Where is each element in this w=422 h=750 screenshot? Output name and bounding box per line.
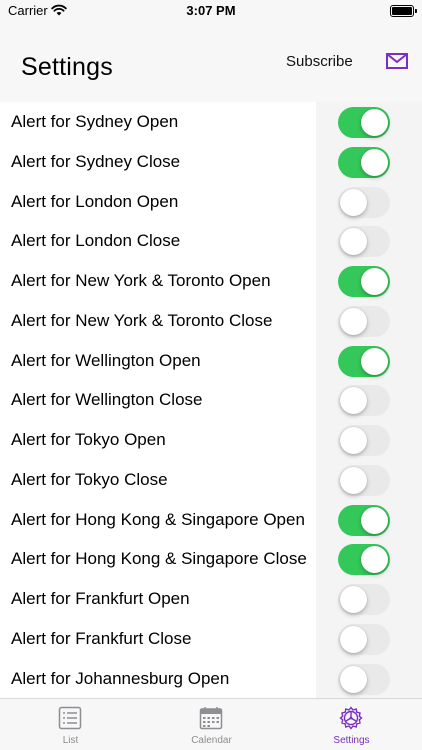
alert-row: Alert for Johannesburg Open	[0, 659, 422, 699]
alert-row: Alert for Sydney Open	[0, 102, 422, 142]
toggle-knob	[340, 427, 367, 454]
toggle-knob	[361, 546, 388, 574]
alert-label: Alert for Tokyo Open	[11, 430, 166, 449]
toggle-knob	[340, 586, 367, 613]
alert-label: Alert for Hong Kong & Singapore Open	[11, 509, 305, 529]
tab-calendar-label: Calendar	[191, 735, 232, 746]
alert-toggle[interactable]	[338, 107, 390, 138]
tab-bar: List Calendar Settings	[0, 698, 422, 750]
alert-label: Alert for London Close	[11, 231, 181, 251]
calendar-icon	[199, 707, 223, 730]
alert-toggle[interactable]	[338, 385, 390, 417]
alert-label: Alert for Hong Kong & Singapore Close	[11, 549, 307, 569]
alert-row: Alert for Frankfurt Close	[0, 619, 422, 659]
mail-icon[interactable]	[385, 51, 409, 71]
toggle-knob	[340, 665, 367, 693]
alert-row: Alert for Frankfurt Open	[0, 579, 422, 619]
toggle-knob	[340, 188, 367, 216]
tab-settings[interactable]: Settings	[281, 699, 422, 750]
alert-label: Alert for Sydney Close	[11, 151, 181, 171]
toggle-knob	[361, 268, 388, 295]
alert-toggle[interactable]	[338, 345, 390, 377]
battery-nub	[415, 9, 417, 13]
tab-list-label: List	[62, 735, 79, 746]
alert-row: Alert for New York & Toronto Open	[0, 261, 422, 301]
alert-toggle[interactable]	[338, 464, 390, 496]
toggle-knob	[361, 506, 388, 534]
status-time: 3:07 PM	[186, 3, 236, 18]
alert-label: Alert for London Open	[11, 191, 179, 211]
alert-row: Alert for London Close	[0, 221, 422, 261]
toggle-knob	[340, 228, 367, 256]
toggle-knob	[361, 148, 388, 176]
alert-row: Alert for Tokyo Open	[0, 420, 422, 460]
alert-toggle[interactable]	[338, 425, 390, 456]
alert-label: Alert for Wellington Close	[11, 390, 203, 410]
alert-toggle[interactable]	[338, 226, 390, 258]
alert-label: Alert for Wellington Open	[11, 350, 201, 370]
list-icon	[58, 706, 82, 730]
alert-row: Alert for Wellington Open	[0, 341, 422, 381]
alert-row: Alert for London Open	[0, 182, 422, 222]
alert-row: Alert for Wellington Close	[0, 380, 422, 420]
settings-gear-icon	[339, 706, 363, 730]
tab-settings-label: Settings	[333, 735, 370, 746]
status-bar: Carrier 3:07 PM	[0, 0, 422, 22]
subscribe-button[interactable]: Subscribe	[286, 53, 353, 70]
toggle-knob	[340, 466, 367, 494]
toggle-knob	[361, 347, 388, 375]
toggle-knob	[340, 307, 367, 335]
alert-row: Alert for Hong Kong & Singapore Open	[0, 500, 422, 540]
alert-toggle[interactable]	[338, 186, 390, 218]
alert-settings-list: Alert for Sydney Open Alert for Sydney Cl…	[0, 102, 422, 698]
alert-label: Alert for Frankfurt Open	[11, 589, 190, 608]
page-title: Settings	[21, 53, 113, 81]
alert-label: Alert for Tokyo Close	[11, 469, 168, 489]
alert-toggle[interactable]	[338, 544, 390, 576]
toggle-knob	[340, 625, 367, 653]
battery-icon	[390, 5, 414, 17]
alert-row: Alert for Tokyo Close	[0, 460, 422, 500]
alert-label: Alert for Frankfurt Close	[11, 628, 192, 648]
alert-row: Alert for Hong Kong & Singapore Close	[0, 539, 422, 579]
alert-label: Alert for New York & Toronto Close	[11, 310, 273, 330]
alert-toggle[interactable]	[338, 266, 390, 297]
alert-toggle[interactable]	[338, 584, 390, 615]
alert-toggle[interactable]	[338, 146, 390, 178]
alert-label: Alert for Sydney Open	[11, 112, 179, 131]
alert-toggle[interactable]	[338, 504, 390, 536]
alert-toggle[interactable]	[338, 305, 390, 337]
toggle-knob	[361, 109, 388, 136]
tab-list[interactable]: List	[0, 699, 141, 750]
alert-row: Alert for New York & Toronto Close	[0, 301, 422, 341]
alert-label: Alert for Johannesburg Open	[11, 668, 230, 688]
alert-row: Alert for Sydney Close	[0, 142, 422, 182]
alert-toggle[interactable]	[338, 623, 390, 655]
alert-label: Alert for New York & Toronto Open	[11, 271, 271, 290]
toggle-knob	[340, 387, 367, 415]
alert-toggle[interactable]	[338, 663, 390, 695]
tab-calendar[interactable]: Calendar	[141, 699, 282, 750]
navigation-header: Settings Subscribe	[0, 22, 422, 102]
